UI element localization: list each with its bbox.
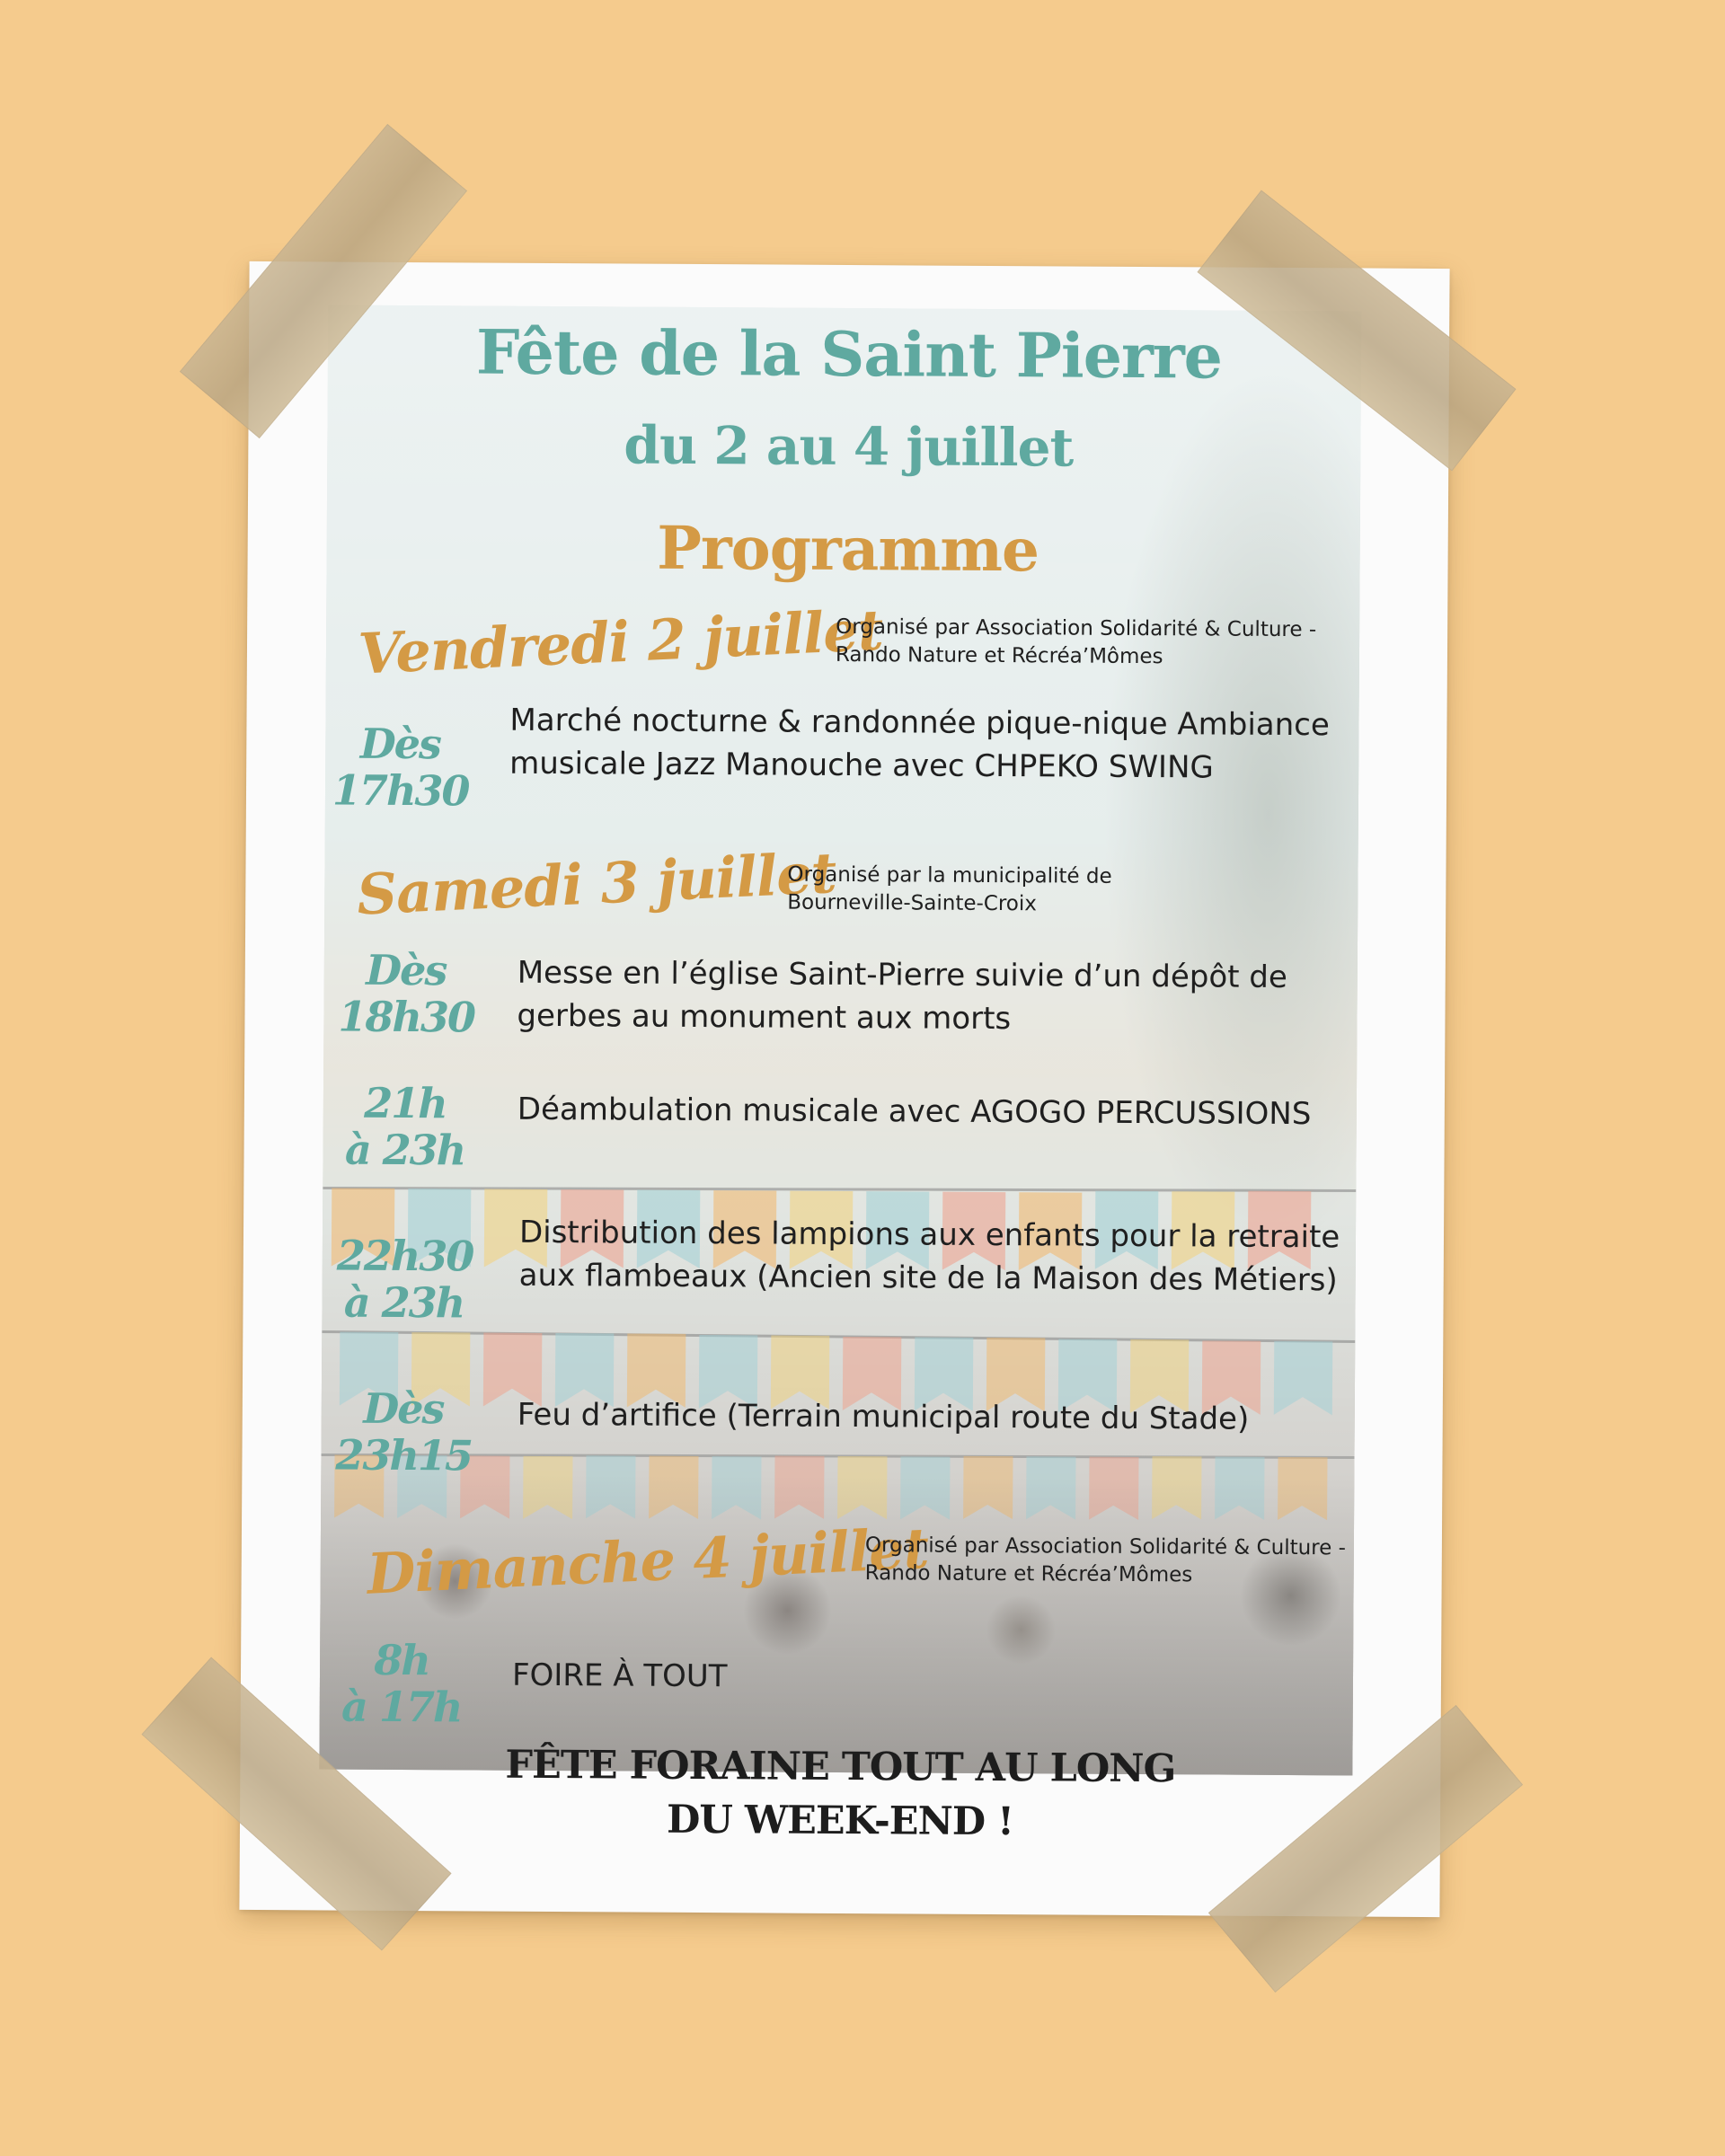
event-description: Messe en l’église Saint-Pierre suivie d’… — [517, 954, 1287, 1038]
event-description: Déambulation musicale avec AGOGO PERCUSS… — [517, 1091, 1312, 1133]
crowd-silhouettes — [319, 1472, 1355, 1776]
event-time: 22h30 à 23h — [336, 1231, 473, 1328]
event-time: 8h à 17h — [341, 1635, 462, 1732]
fun-fair-banner: FÊTE FORAINE TOUT AU LONG DU WEEK-END ! — [505, 1742, 1176, 1845]
poster: Fête de la Saint Pierre du 2 au 4 juille… — [239, 261, 1450, 1918]
event-description: FOIRE À TOUT — [511, 1657, 728, 1695]
poster-dates: du 2 au 4 juillet — [624, 414, 1074, 479]
organizer-friday: Organisé par Association Solidarité & Cu… — [835, 614, 1317, 669]
event-description: Feu d’artifice (Terrain municipal route … — [517, 1396, 1250, 1437]
event-time: Dès 17h30 — [332, 719, 469, 816]
event-time: 21h à 23h — [344, 1078, 465, 1175]
organizer-sunday: Organisé par Association Solidarité & Cu… — [864, 1533, 1347, 1587]
event-time: Dès 23h15 — [335, 1383, 473, 1480]
event-time: Dès 18h30 — [338, 945, 475, 1042]
event-description: Distribution des lampions aux enfants po… — [518, 1214, 1340, 1299]
programme-heading: Programme — [657, 512, 1039, 586]
organizer-saturday: Organisé par la municipalité de Bournevi… — [787, 862, 1112, 916]
event-description: Marché nocturne & randonnée pique-nique … — [509, 702, 1330, 786]
